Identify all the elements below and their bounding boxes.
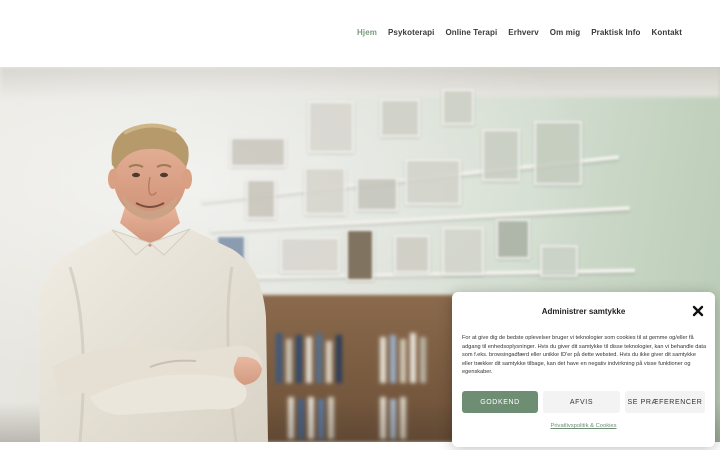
accept-cookies-button[interactable]: GODKEND (462, 391, 538, 413)
site-header: Hjem Psykoterapi Online Terapi Erhverv O… (0, 0, 720, 67)
main-nav: Hjem Psykoterapi Online Terapi Erhverv O… (357, 28, 682, 37)
nav-item-erhverv[interactable]: Erhverv (508, 28, 539, 37)
nav-item-hjem[interactable]: Hjem (357, 28, 377, 37)
deny-cookies-button[interactable]: AFVIS (543, 391, 620, 413)
cookie-dialog-title: Administrer samtykke (541, 307, 626, 316)
cookie-dialog-body: For at give dig de bedste oplevelser bru… (462, 335, 707, 376)
nav-item-psykoterapi[interactable]: Psykoterapi (388, 28, 434, 37)
nav-item-praktisk-info[interactable]: Praktisk Info (591, 28, 640, 37)
nav-item-kontakt[interactable]: Kontakt (652, 28, 682, 37)
close-icon[interactable] (691, 304, 705, 318)
cookie-preferences-button[interactable]: SE PRÆFERENCER (625, 391, 705, 413)
privacy-policy-link[interactable]: Privatlivspolitik & Cookies (452, 423, 715, 429)
cookie-consent-dialog: Administrer samtykke For at give dig de … (452, 292, 715, 447)
nav-item-om-mig[interactable]: Om mig (550, 28, 580, 37)
nav-item-online-terapi[interactable]: Online Terapi (445, 28, 497, 37)
